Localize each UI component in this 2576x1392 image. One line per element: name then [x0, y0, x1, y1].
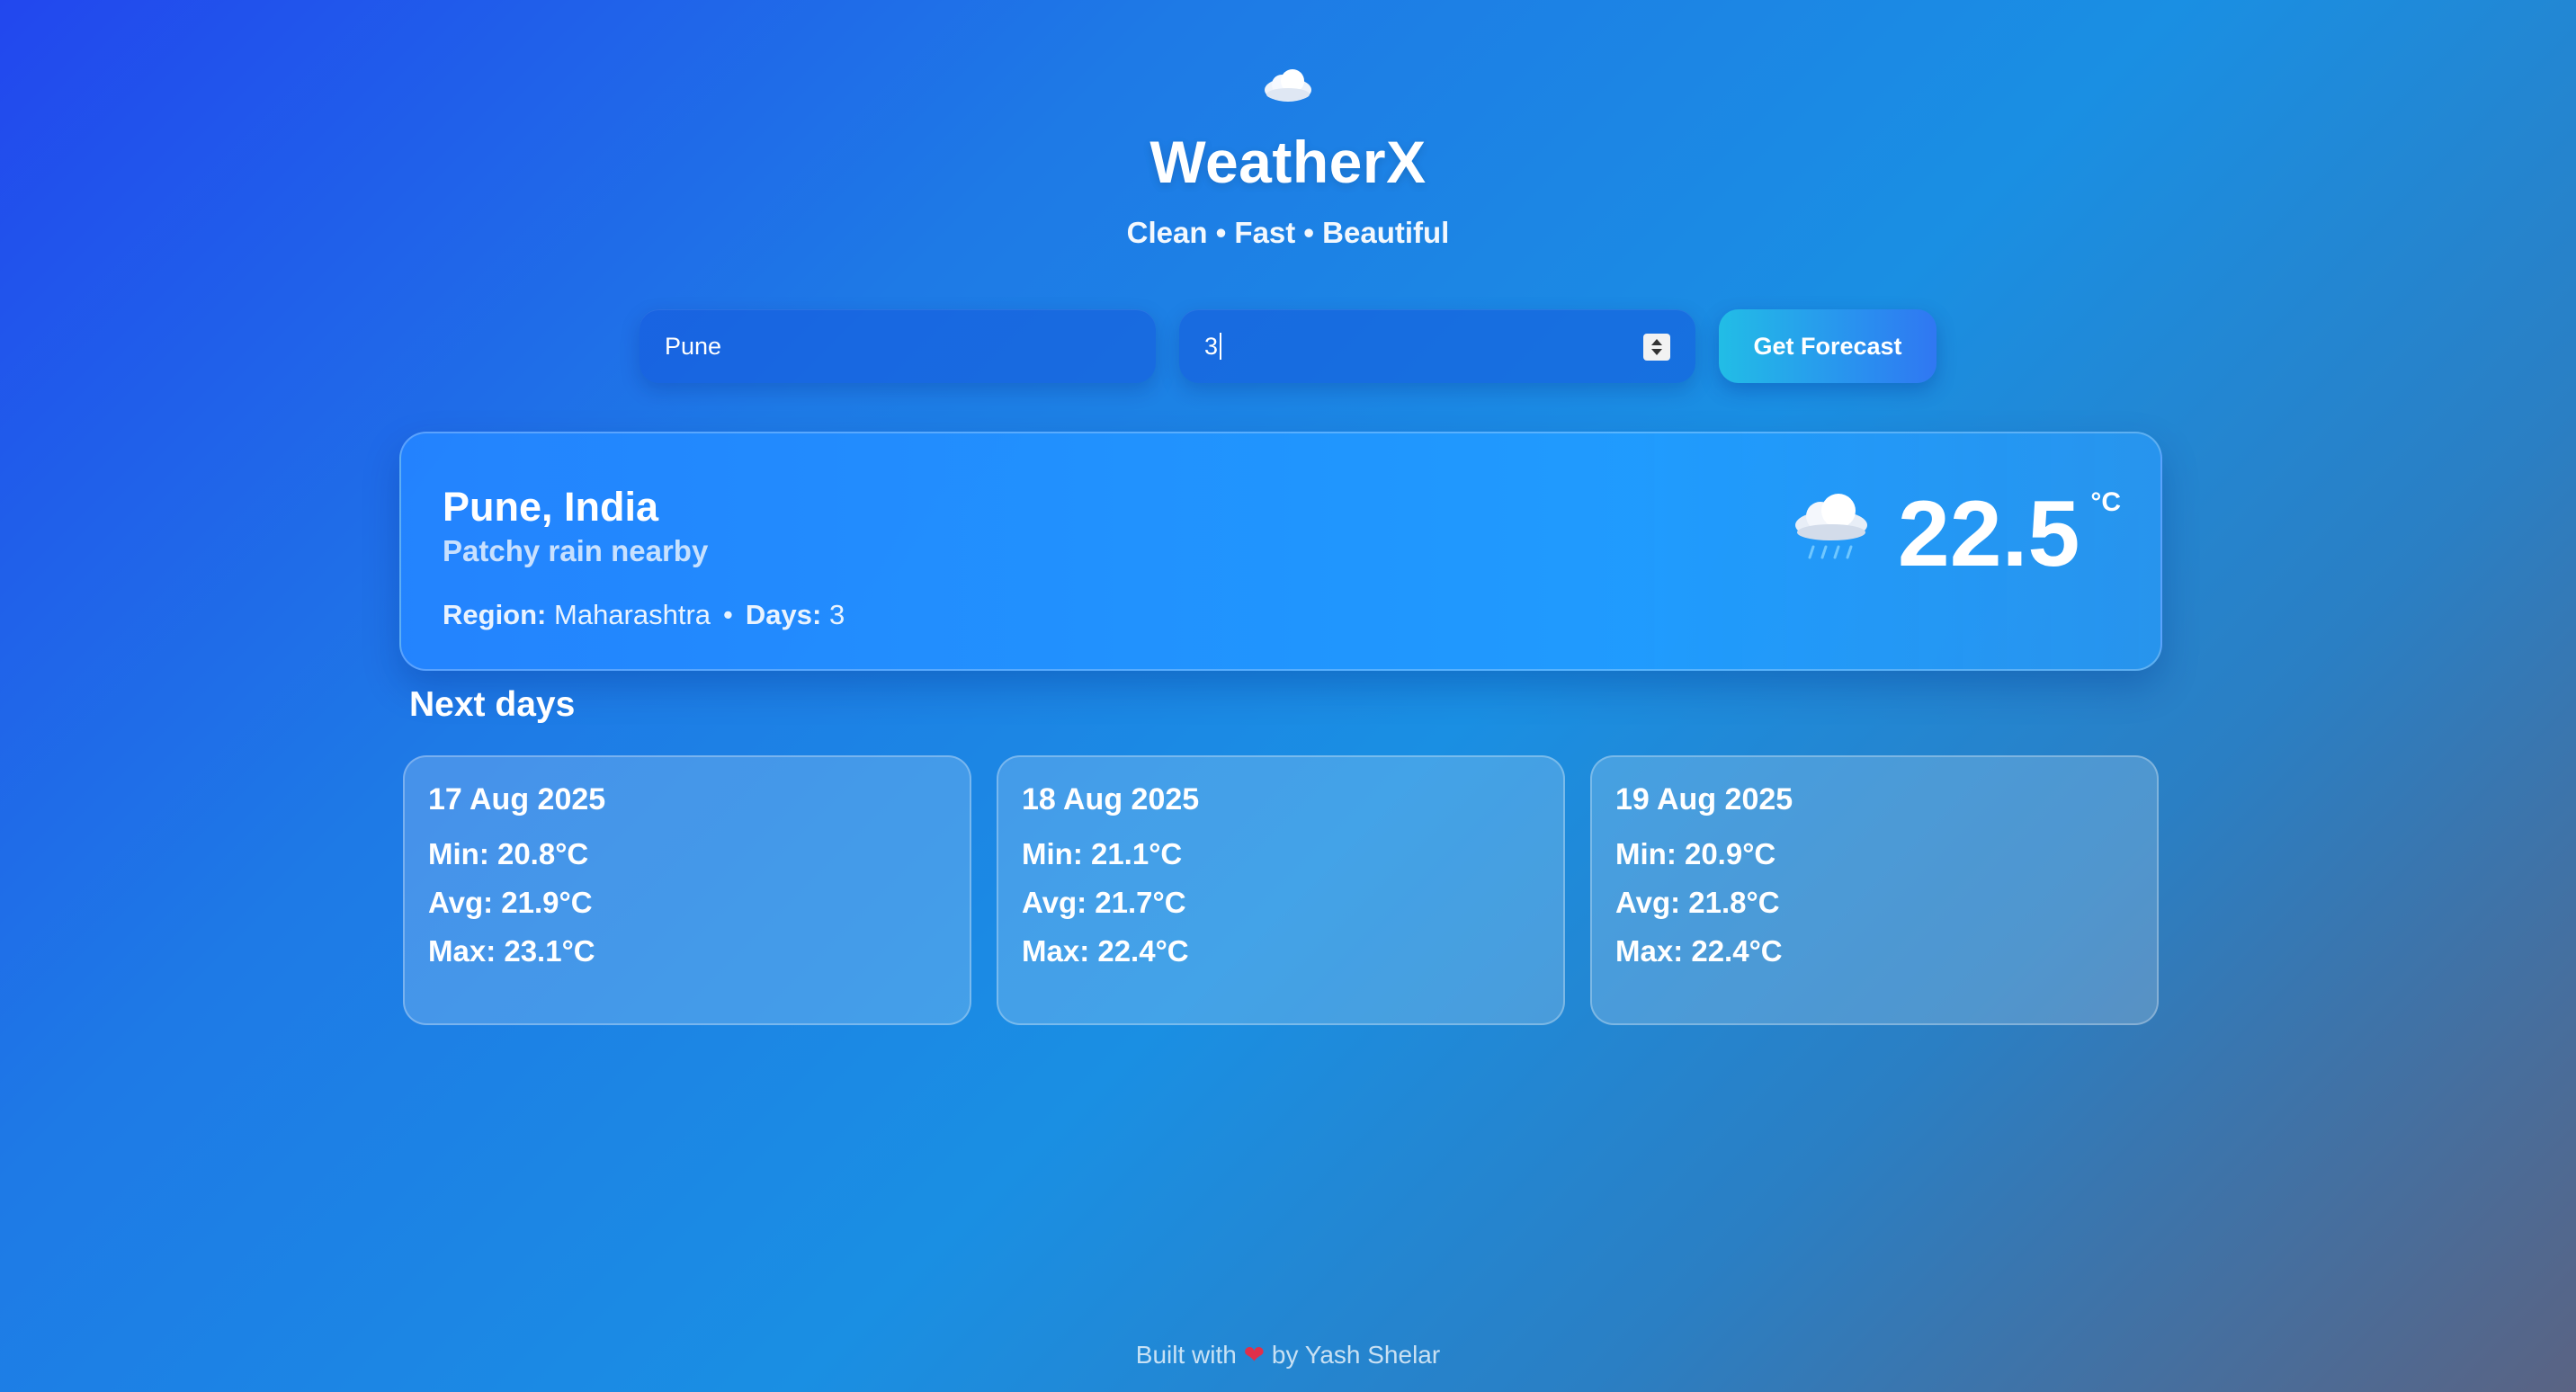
days-value: 3 [828, 599, 845, 630]
city-input-value: Pune [665, 332, 722, 360]
forecast-day-card: 17 Aug 2025 Min: 20.8°C Avg: 21.9°C Max:… [403, 755, 971, 1025]
days-input[interactable]: 3 [1179, 309, 1695, 383]
forecast-list: 17 Aug 2025 Min: 20.8°C Avg: 21.9°C Max:… [403, 755, 2159, 1025]
next-days-heading: Next days [409, 685, 576, 724]
stepper-up-icon[interactable] [1651, 339, 1662, 345]
header: WeatherX Clean • Fast • Beautiful [0, 63, 2576, 250]
footer-author: by Yash Shelar [1271, 1341, 1441, 1369]
forecast-max: Max: 23.1°C [428, 934, 595, 968]
forecast-date: 18 Aug 2025 [1022, 782, 1200, 816]
region-label: Region: [443, 599, 547, 630]
footer: Built with ❤ by Yash Shelar [0, 1340, 2576, 1370]
footer-prefix: Built with [1135, 1341, 1237, 1369]
get-forecast-button[interactable]: Get Forecast [1719, 309, 1936, 383]
heart-icon: ❤ [1243, 1341, 1266, 1369]
forecast-date: 19 Aug 2025 [1615, 782, 1793, 816]
forecast-avg: Avg: 21.8°C [1615, 886, 1780, 919]
forecast-day-card: 19 Aug 2025 Min: 20.9°C Avg: 21.8°C Max:… [1590, 755, 2159, 1025]
tagline: Clean • Fast • Beautiful [1126, 216, 1450, 249]
temperature-value: 22.5 [1897, 482, 2080, 586]
days-input-value: 3 [1204, 332, 1219, 360]
forecast-max: Max: 22.4°C [1615, 934, 1783, 968]
forecast-avg: Avg: 21.7°C [1022, 886, 1186, 919]
forecast-min: Min: 20.9°C [1615, 837, 1776, 870]
location-title: Pune, India [443, 484, 659, 530]
forecast-avg: Avg: 21.9°C [428, 886, 593, 919]
current-weather-card: Pune, India Patchy rain nearby Region: M… [399, 432, 2162, 671]
cloud-icon [1265, 69, 1311, 102]
meta-separator: • [723, 599, 733, 630]
forecast-date: 17 Aug 2025 [428, 782, 606, 816]
days-label: Days: [745, 599, 822, 630]
region-value: Maharashtra [554, 599, 711, 630]
app-title: WeatherX [1149, 129, 1427, 195]
forecast-min: Min: 20.8°C [428, 837, 589, 870]
location-meta: Region: Maharashtra • Days: 3 [443, 599, 845, 631]
text-caret [1220, 333, 1222, 360]
forecast-max: Max: 22.4°C [1022, 934, 1189, 968]
number-stepper[interactable] [1643, 334, 1670, 361]
forecast-day-card: 18 Aug 2025 Min: 21.1°C Avg: 21.7°C Max:… [997, 755, 1565, 1025]
condition-text: Patchy rain nearby [443, 534, 709, 567]
temperature-unit: °C [2090, 487, 2121, 517]
stepper-down-icon[interactable] [1651, 349, 1662, 355]
current-temperature: 22.5 °C [1788, 478, 2121, 581]
forecast-min: Min: 21.1°C [1022, 837, 1183, 870]
rain-cloud-icon [1794, 494, 1867, 559]
search-form: Pune 3 Get Forecast [0, 309, 2576, 383]
city-input[interactable]: Pune [640, 309, 1156, 383]
